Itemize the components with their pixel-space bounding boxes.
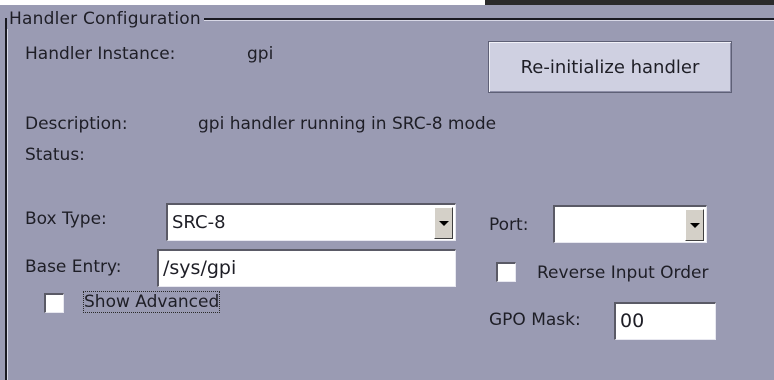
base-entry-input[interactable]: /sys/gpi bbox=[157, 249, 456, 287]
chevron-down-icon bbox=[438, 220, 449, 226]
box-type-label: Box Type: bbox=[25, 209, 107, 229]
window-top-strip-dark bbox=[485, 0, 774, 5]
reverse-input-order-checkbox[interactable] bbox=[496, 262, 516, 282]
description-value: gpi handler running in SRC-8 mode bbox=[198, 114, 497, 134]
box-type-dropdown-button[interactable] bbox=[434, 207, 453, 239]
reinitialize-handler-label: Re-initialize handler bbox=[520, 56, 700, 78]
reinitialize-handler-button[interactable]: Re-initialize handler bbox=[488, 41, 732, 93]
group-title: Handler Configuration bbox=[7, 9, 204, 29]
chevron-down-icon bbox=[689, 222, 700, 228]
gpo-mask-label: GPO Mask: bbox=[489, 310, 581, 330]
window-top-strip bbox=[0, 0, 774, 5]
handler-instance-value: gpi bbox=[247, 44, 274, 64]
gpo-mask-value: 00 bbox=[620, 310, 645, 332]
port-label: Port: bbox=[489, 215, 529, 235]
box-type-selected-value: SRC-8 bbox=[172, 212, 226, 233]
show-advanced-checkbox[interactable] bbox=[44, 293, 64, 313]
handler-instance-label: Handler Instance: bbox=[25, 44, 176, 64]
status-label: Status: bbox=[25, 145, 85, 165]
show-advanced-label[interactable]: Show Advanced bbox=[82, 291, 221, 313]
base-entry-value: /sys/gpi bbox=[163, 257, 237, 279]
reverse-input-order-label[interactable]: Reverse Input Order bbox=[537, 263, 708, 283]
box-type-select[interactable]: SRC-8 bbox=[166, 203, 456, 241]
base-entry-label: Base Entry: bbox=[25, 257, 122, 277]
port-dropdown-button[interactable] bbox=[685, 209, 704, 241]
port-select[interactable] bbox=[553, 205, 707, 243]
gpo-mask-input[interactable]: 00 bbox=[614, 302, 716, 340]
description-label: Description: bbox=[25, 114, 128, 134]
